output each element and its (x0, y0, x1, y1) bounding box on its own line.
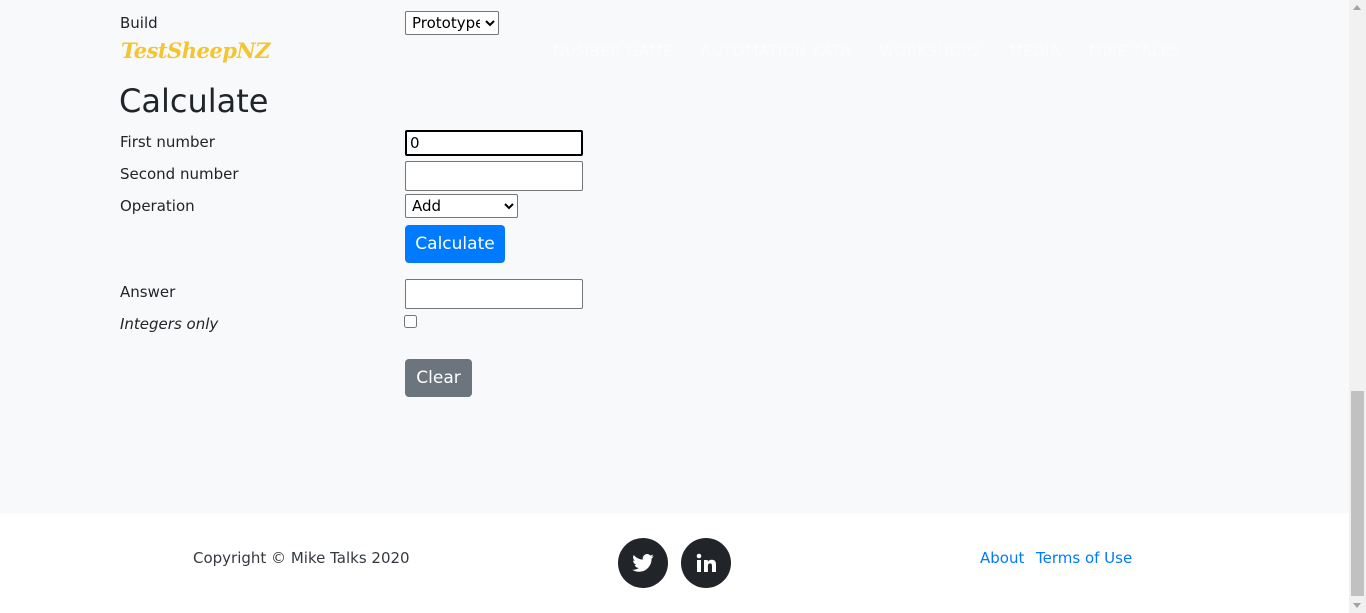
clear-button[interactable]: Clear (405, 359, 472, 397)
nav-item-number-game[interactable]: NUMBER GAME (553, 42, 673, 60)
operation-label: Operation (120, 197, 195, 215)
answer-label: Answer (120, 283, 176, 301)
nav-item-media[interactable]: MEDIA (1010, 42, 1061, 60)
footer-link-about[interactable]: About (980, 549, 1024, 567)
integers-only-label: Integers only (120, 315, 219, 333)
page: Build Prototype TestSheepNZ NUMBER GAME … (0, 0, 1349, 613)
footer-link-terms[interactable]: Terms of Use (1036, 549, 1132, 567)
scroll-thumb[interactable] (1351, 391, 1364, 596)
copyright-text: Copyright © Mike Talks 2020 (193, 549, 410, 567)
first-number-input[interactable] (405, 130, 583, 156)
brand-logo[interactable]: TestSheepNZ (121, 38, 270, 63)
twitter-icon (632, 554, 654, 572)
nav-item-workshops[interactable]: WORKSHOPS (879, 42, 982, 60)
build-label: Build (120, 14, 158, 32)
scroll-down-icon[interactable] (1353, 603, 1361, 608)
build-select[interactable]: Prototype (405, 11, 499, 35)
second-number-label: Second number (120, 165, 239, 183)
vertical-scrollbar[interactable] (1349, 0, 1366, 613)
first-number-label: First number (120, 133, 215, 151)
nav-item-automation-kata[interactable]: AUTOMATION KATA (701, 42, 851, 60)
scroll-up-icon[interactable] (1353, 5, 1361, 10)
nav-item-mike-talks[interactable]: MIKE TALKS (1089, 42, 1181, 60)
answer-field[interactable] (405, 279, 583, 309)
linkedin-link[interactable] (681, 538, 731, 588)
linkedin-icon (696, 553, 716, 572)
twitter-link[interactable] (618, 538, 668, 588)
second-number-input[interactable] (405, 161, 583, 191)
calculate-button[interactable]: Calculate (405, 225, 505, 263)
page-title: Calculate (119, 82, 269, 120)
operation-select[interactable]: Add (405, 194, 518, 218)
integers-only-checkbox[interactable] (404, 315, 417, 328)
main-nav: NUMBER GAME AUTOMATION KATA WORKSHOPS ME… (553, 42, 1181, 60)
footer: Copyright © Mike Talks 2020 About Terms … (0, 513, 1349, 613)
